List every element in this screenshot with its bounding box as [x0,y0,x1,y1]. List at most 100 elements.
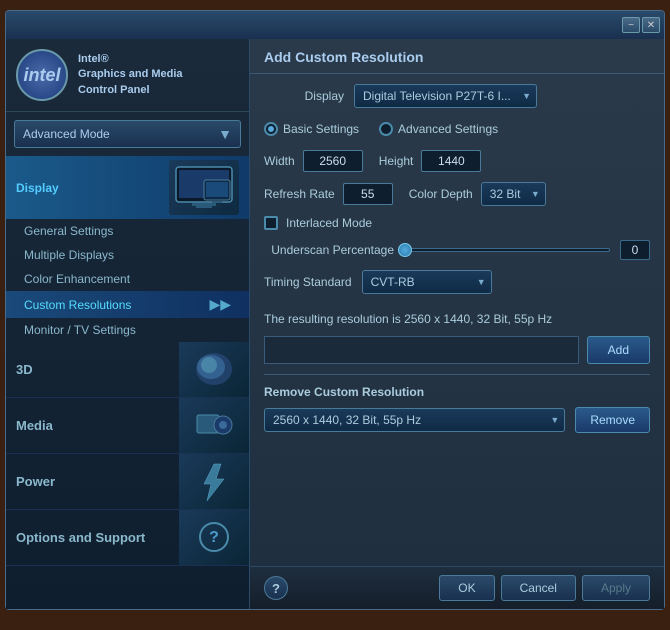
media-thumb [179,398,249,453]
color-depth-select-wrapper: 32 Bit [481,182,546,206]
refresh-pair: Refresh Rate [264,183,393,205]
underscan-value: 0 [620,240,650,260]
help-button[interactable]: ? [264,576,288,600]
color-depth-label: Color Depth [409,187,473,201]
remove-select-wrapper: 2560 x 1440, 32 Bit, 55p Hz [264,408,565,432]
result-text: The resulting resolution is 2560 x 1440,… [264,304,650,330]
basic-settings-dot [264,122,278,136]
3d-icon [189,347,239,392]
timing-label: Timing Standard [264,275,362,289]
timing-select-wrapper: CVT-RB [362,270,492,294]
timing-row: Timing Standard CVT-RB [264,270,650,294]
advanced-settings-radio[interactable]: Advanced Settings [379,122,498,136]
display-select[interactable]: Digital Television P27T-6 I... [354,84,537,108]
display-nav-items: General Settings Multiple Displays Color… [6,219,249,342]
timing-select[interactable]: CVT-RB [362,270,492,294]
options-support-thumb: ? [179,510,249,565]
cancel-button[interactable]: Cancel [501,575,576,601]
refresh-color-row: Refresh Rate Color Depth 32 Bit [264,182,650,206]
sidebar-item-multiple-displays[interactable]: Multiple Displays [6,243,249,267]
main-title: Add Custom Resolution [264,49,423,65]
mode-arrow-icon: ▼ [218,126,232,142]
sidebar-header: intel Intel®Graphics and MediaControl Pa… [6,39,249,112]
power-thumb [179,454,249,509]
main-content: Display Digital Television P27T-6 I... B… [250,74,664,566]
general-settings-label: General Settings [24,224,113,238]
display-category-icon [169,160,239,215]
sidebar: intel Intel®Graphics and MediaControl Pa… [6,39,250,609]
basic-settings-radio[interactable]: Basic Settings [264,122,359,136]
main-header: Add Custom Resolution [250,39,664,74]
add-button[interactable]: Add [587,336,650,364]
remove-button[interactable]: Remove [575,407,650,433]
advanced-settings-dot [379,122,393,136]
arrow-right-icon: ▶▶ [209,296,231,313]
underscan-slider[interactable] [404,248,610,252]
color-depth-select[interactable]: 32 Bit [481,182,546,206]
svg-text:?: ? [209,529,219,546]
width-input[interactable] [303,150,363,172]
3d-thumb [179,342,249,397]
ok-button[interactable]: OK [439,575,494,601]
display-field-label: Display [264,89,354,103]
underscan-row: Underscan Percentage 0 [264,240,650,260]
section-divider [264,374,650,375]
close-button[interactable]: ✕ [642,17,660,33]
sidebar-item-options-support[interactable]: Options and Support ? [6,510,249,566]
sidebar-item-power[interactable]: Power [6,454,249,510]
refresh-input[interactable] [343,183,393,205]
sidebar-item-color-enhancement[interactable]: Color Enhancement [6,267,249,291]
underscan-label: Underscan Percentage [264,243,394,257]
footer-bar: ? OK Cancel Apply [250,566,664,609]
title-bar: − ✕ [6,11,664,39]
apply-button[interactable]: Apply [582,575,650,601]
color-enhancement-label: Color Enhancement [24,272,130,286]
dimensions-row: Width Height [264,150,650,172]
intel-logo: intel [16,49,68,101]
power-label: Power [6,466,179,497]
height-label: Height [379,154,414,168]
width-pair: Width [264,150,363,172]
sidebar-item-custom-resolutions[interactable]: Custom Resolutions ▶▶ [6,291,249,318]
sidebar-item-display[interactable]: Display [6,156,249,219]
interlaced-checkbox[interactable] [264,216,278,230]
display-row: Display Digital Television P27T-6 I... [264,84,650,108]
sidebar-item-media[interactable]: Media [6,398,249,454]
display-svg [174,165,234,210]
remove-section-title: Remove Custom Resolution [264,385,650,399]
minimize-button[interactable]: − [622,17,640,33]
sidebar-item-monitor-settings[interactable]: Monitor / TV Settings [6,318,249,342]
color-depth-pair: Color Depth 32 Bit [409,182,546,206]
settings-mode-group: Basic Settings Advanced Settings [264,118,650,140]
remove-section: Remove Custom Resolution 2560 x 1440, 32… [264,385,650,433]
sidebar-title: Intel®Graphics and MediaControl Panel [78,52,183,98]
3d-label: 3D [6,354,179,385]
display-select-wrapper: Digital Television P27T-6 I... [354,84,537,108]
power-icon [189,459,239,504]
height-pair: Height [379,150,482,172]
main-panel: Add Custom Resolution Display Digital Te… [250,39,664,609]
width-label: Width [264,154,295,168]
custom-resolutions-label: Custom Resolutions [24,298,131,312]
interlaced-label: Interlaced Mode [286,216,372,230]
sidebar-item-3d[interactable]: 3D [6,342,249,398]
basic-settings-label: Basic Settings [283,122,359,136]
mode-label: Advanced Mode [23,127,110,141]
sidebar-item-general-settings[interactable]: General Settings [6,219,249,243]
underscan-thumb[interactable] [398,243,412,257]
main-window: − ✕ intel Intel®Graphics and MediaContro… [5,10,665,610]
options-icon: ? [189,515,239,560]
media-label: Media [6,410,179,441]
media-icon [189,403,239,448]
interlaced-row: Interlaced Mode [264,216,650,230]
height-input[interactable] [421,150,481,172]
content-area: intel Intel®Graphics and MediaControl Pa… [6,39,664,609]
remove-row: 2560 x 1440, 32 Bit, 55p Hz Remove [264,407,650,433]
remove-resolution-select[interactable]: 2560 x 1440, 32 Bit, 55p Hz [264,408,565,432]
options-support-label: Options and Support [6,522,179,553]
mode-selector[interactable]: Advanced Mode ▼ [14,120,241,148]
multiple-displays-label: Multiple Displays [24,248,114,262]
monitor-settings-label: Monitor / TV Settings [24,323,136,337]
refresh-label: Refresh Rate [264,187,335,201]
advanced-settings-label: Advanced Settings [398,122,498,136]
